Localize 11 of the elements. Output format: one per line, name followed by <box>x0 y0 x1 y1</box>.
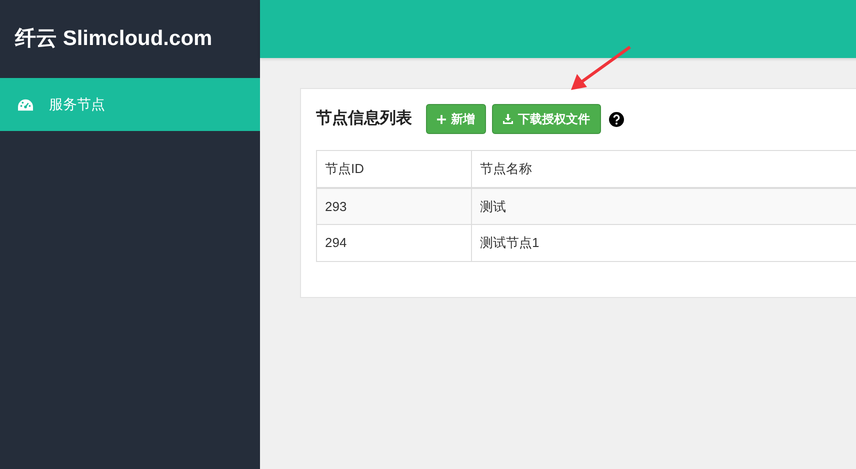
download-icon <box>503 114 513 124</box>
brand-logo: 纤云 Slimcloud.com <box>15 26 212 52</box>
panel-title: 节点信息列表 <box>316 108 412 129</box>
dashboard-icon <box>18 98 33 110</box>
table-cell: 294 <box>316 224 472 262</box>
download-button[interactable]: 下载授权文件 <box>492 104 601 134</box>
help-icon[interactable] <box>609 112 624 126</box>
plus-icon <box>437 114 446 124</box>
sidebar-item[interactable]: 服务节点 <box>0 78 260 131</box>
add-button[interactable]: 新增 <box>426 104 486 134</box>
annotation-arrow <box>568 45 632 93</box>
